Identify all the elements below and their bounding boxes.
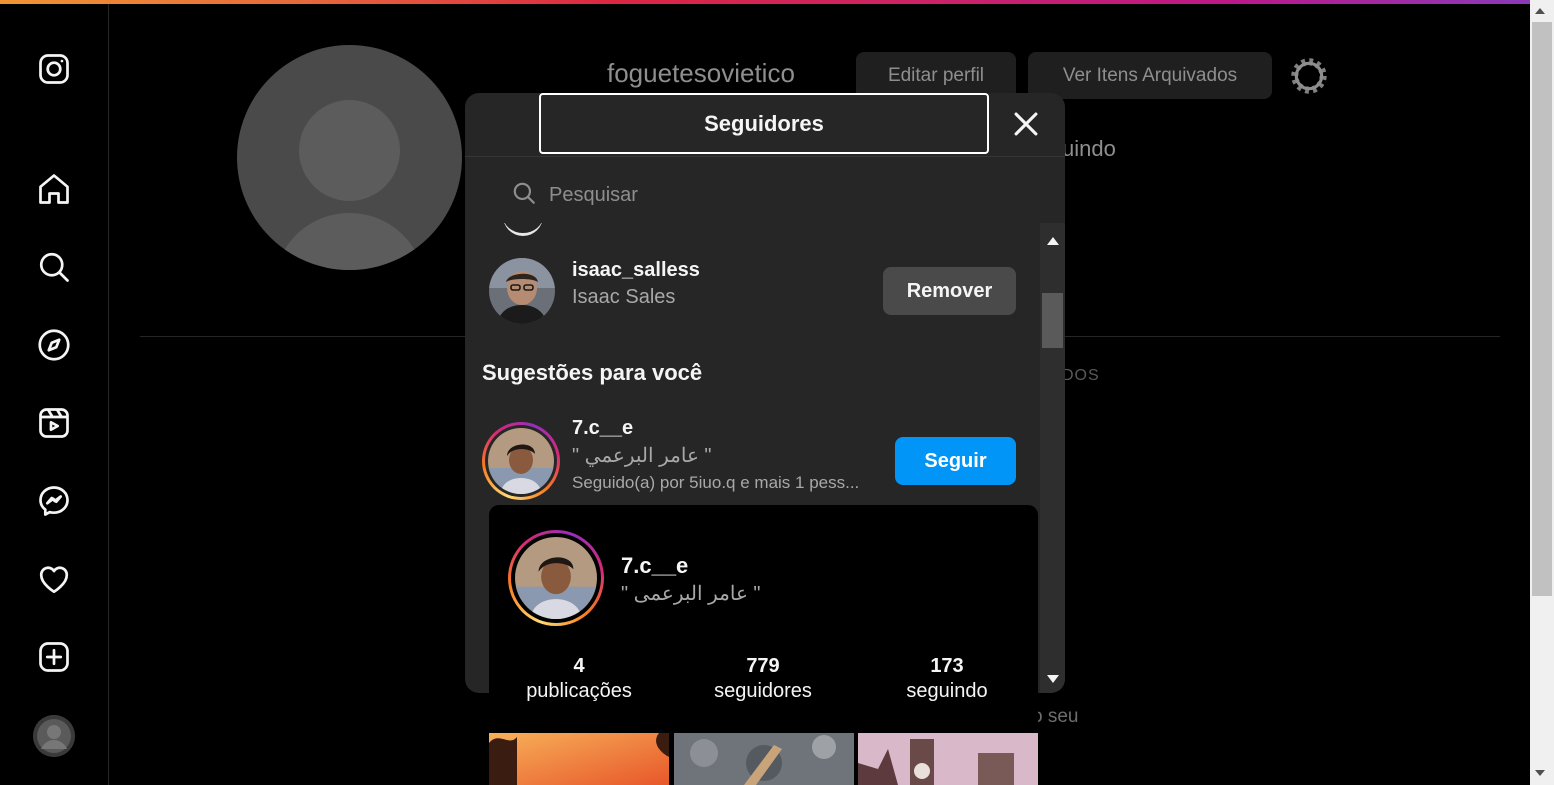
stat-label: publicações (526, 680, 632, 702)
follower-fullname: Isaac Sales (572, 286, 676, 308)
stat-label: seguidores (714, 680, 812, 702)
create-icon[interactable] (34, 637, 74, 677)
post-thumbnail[interactable] (858, 733, 1038, 785)
avatar[interactable] (515, 537, 597, 619)
suggestion-username[interactable]: 7.c__e (572, 417, 633, 440)
empty-state-fragment: o seu (1032, 706, 1079, 727)
stat-posts: 4 publicações (489, 655, 669, 703)
suggestion-fullname: " عامر البرعمي " (572, 445, 712, 467)
stat-value: 4 (573, 655, 585, 677)
stat-followers: 779 seguidores (673, 655, 853, 703)
edit-profile-button[interactable]: Editar perfil (856, 52, 1016, 99)
avatar[interactable] (489, 258, 555, 324)
hovercard-fullname: " عامر البرعمى " (621, 583, 761, 605)
modal-header: Seguidores (465, 93, 1065, 157)
stat-following: 173 seguindo (857, 655, 1037, 703)
sidebar (0, 4, 109, 785)
profile-picture[interactable] (237, 45, 462, 270)
close-icon[interactable] (1009, 107, 1043, 141)
profile-username: foguetesovietico (607, 58, 795, 88)
follow-button[interactable]: Seguir (895, 437, 1016, 485)
modal-scroll-down-arrow[interactable] (1047, 675, 1059, 683)
modal-title: Seguidores (539, 93, 989, 154)
story-ring[interactable] (508, 530, 604, 626)
search-icon (511, 180, 537, 210)
modal-scrollbar-thumb[interactable] (1042, 293, 1063, 348)
avatar (503, 223, 543, 236)
messenger-icon[interactable] (34, 481, 74, 521)
suggestion-mutual: Seguido(a) por 5iuo.q e mais 1 pess... (572, 473, 860, 492)
page-scrollbar-thumb[interactable] (1532, 22, 1552, 596)
gear-icon[interactable] (1290, 57, 1328, 95)
suggestions-title: Sugestões para você (482, 360, 703, 385)
search-input[interactable] (547, 182, 1011, 208)
explore-icon[interactable] (34, 325, 74, 365)
instagram-icon[interactable] (34, 49, 74, 89)
reels-icon[interactable] (34, 403, 74, 443)
hovercard-username[interactable]: 7.c__e (621, 553, 688, 579)
scroll-up-arrow[interactable] (1535, 8, 1545, 14)
story-ring[interactable] (482, 422, 560, 500)
post-thumbnail[interactable] (489, 733, 669, 785)
profile-hover-card: 7.c__e " عامر البرعمى " 4 publicações 77… (489, 505, 1038, 785)
tab-fragment: DOS (1062, 367, 1100, 384)
modal-scroll-up-arrow[interactable] (1047, 237, 1059, 245)
home-icon[interactable] (34, 169, 74, 209)
heart-icon[interactable] (34, 559, 74, 599)
post-thumbnail[interactable] (674, 733, 854, 785)
top-gradient-bar (0, 0, 1530, 4)
avatar[interactable] (488, 428, 554, 494)
archive-button[interactable]: Ver Itens Arquivados (1028, 52, 1272, 99)
avatar[interactable] (33, 715, 75, 757)
stat-value: 173 (930, 655, 964, 677)
search-icon[interactable] (34, 247, 74, 287)
following-count-fragment: uindo (1062, 136, 1116, 161)
stat-value: 779 (746, 655, 780, 677)
follower-username[interactable]: isaac_salless (572, 259, 700, 282)
search-bar (511, 177, 1011, 213)
scroll-down-arrow[interactable] (1535, 770, 1545, 776)
remove-button[interactable]: Remover (883, 267, 1016, 315)
stat-label: seguindo (906, 680, 988, 702)
